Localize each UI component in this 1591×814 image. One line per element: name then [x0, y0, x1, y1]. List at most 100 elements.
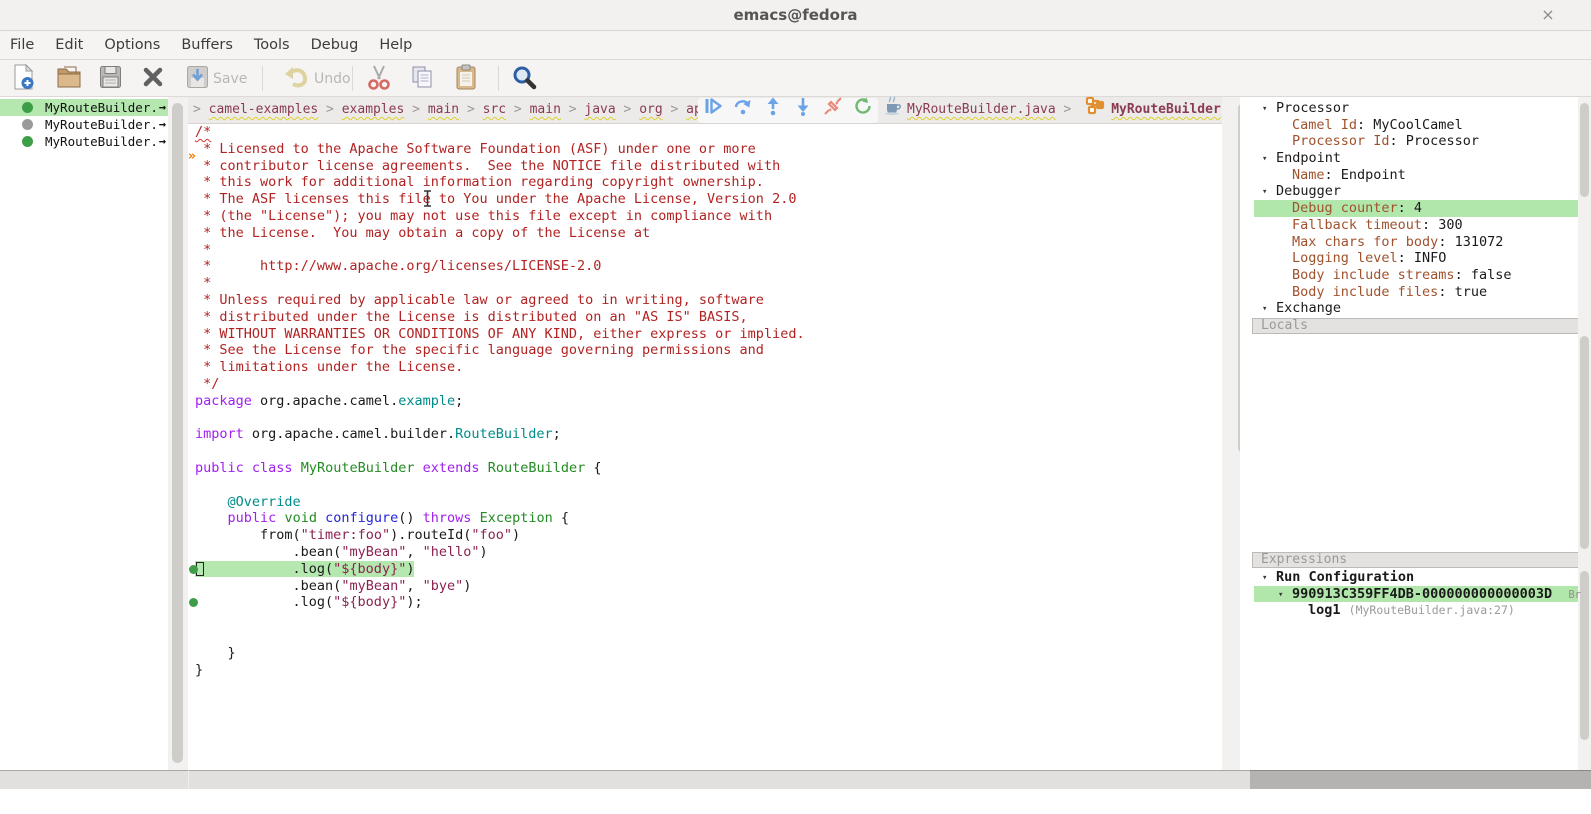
expression-tree-row[interactable]: ▾990913C359FF4DB-000000000000003D Br→ [1240, 586, 1591, 603]
code-line: * limitations under the License. [188, 359, 1222, 376]
restart-button[interactable] [852, 100, 874, 122]
session-tree-row[interactable]: Body include files: true [1240, 284, 1591, 301]
session-tree-row[interactable]: ▾Debugger [1240, 183, 1591, 200]
truncation-arrow-icon: → [159, 116, 166, 133]
continue-button[interactable] [702, 100, 724, 122]
code-line: public class MyRouteBuilder extends Rout… [188, 460, 1222, 477]
session-tree-row[interactable]: Camel Id: MyCoolCamel [1240, 117, 1591, 134]
menu-options[interactable]: Options [104, 37, 160, 53]
tree-label: Processor [1276, 100, 1349, 116]
breadcrumb-segment[interactable]: main [530, 102, 561, 117]
java-file-icon [884, 95, 901, 125]
code-line: */ [188, 376, 1222, 393]
menubar: File Edit Options Buffers Tools Debug Help [0, 31, 1591, 60]
undo-button: Undo [283, 65, 351, 93]
code-line: package org.apache.camel.example; [188, 393, 1222, 410]
breadcrumb-file[interactable]: MyRouteBuilder.java [907, 97, 1056, 123]
breadcrumb-path: > camel-examples > examples > main > src… [193, 97, 710, 123]
breakpoint-dot-icon[interactable] [189, 565, 198, 574]
editor[interactable]: > camel-examples > examples > main > src… [188, 97, 1222, 770]
breakpoint-list-item[interactable]: MyRouteBuilder.→ [0, 99, 168, 116]
step-out-button[interactable] [762, 100, 784, 122]
emacs-window: { "window": { "title": "emacs@fedora", "… [0, 0, 1591, 814]
breakpoints-sidebar: MyRouteBuilder.→MyRouteBuilder.→MyRouteB… [0, 97, 168, 770]
sidebar-scrollbar[interactable] [168, 97, 188, 770]
toolbar-separator [262, 66, 263, 91]
breadcrumb-segment[interactable]: camel-examples [209, 102, 319, 117]
session-tree-row[interactable]: Max chars for body: 131072 [1240, 234, 1591, 251]
breadcrumb-segment[interactable]: main [428, 102, 459, 117]
menu-help[interactable]: Help [379, 37, 412, 53]
close-buffer-button[interactable] [142, 65, 164, 93]
debug-toolbar [698, 98, 878, 123]
sidebar-scrollbar-thumb[interactable] [172, 103, 183, 763]
session-tree-row[interactable]: Fallback timeout: 300 [1240, 217, 1591, 234]
breakpoint-list-item[interactable]: MyRouteBuilder.→ [0, 133, 168, 150]
session-tree-row[interactable]: Name: Endpoint [1240, 167, 1591, 184]
open-file-button[interactable] [56, 65, 82, 93]
collapse-triangle-icon[interactable]: ▾ [1262, 101, 1267, 118]
step-over-icon [733, 96, 753, 126]
titlebar[interactable]: emacs@fedora × [0, 0, 1591, 31]
menu-edit[interactable]: Edit [55, 37, 83, 53]
collapse-triangle-icon[interactable]: ▾ [1278, 587, 1283, 604]
code-area[interactable]: » /* * Licensed to the Apache Software F… [188, 124, 1222, 770]
expressions-tree: ▾ Run Configuration▾990913C359FF4DB-00000… [1240, 569, 1591, 619]
tree-value: : false [1455, 267, 1512, 283]
code-line: * http://www.apache.org/licenses/LICENSE… [188, 258, 1222, 275]
breadcrumb-segment[interactable]: java [584, 102, 615, 117]
breadcrumb-segment[interactable]: org [639, 102, 662, 117]
session-tree-row[interactable]: Logging level: INFO [1240, 250, 1591, 267]
collapse-triangle-icon[interactable]: ▾ [1262, 184, 1267, 201]
tree-label: Run Configuration [1276, 569, 1414, 585]
panel-scrollbar-thumb-expressions[interactable] [1580, 571, 1589, 740]
breadcrumb-symbol[interactable]: MyRouteBuilder [1111, 97, 1221, 123]
tree-value: : 300 [1422, 217, 1463, 233]
echo-area[interactable] [0, 789, 1591, 814]
breadcrumb-segment[interactable]: src [483, 102, 506, 117]
panel-scrollbar-thumb-locals[interactable] [1580, 336, 1589, 549]
continue-icon [703, 96, 723, 126]
step-in-button[interactable] [792, 100, 814, 122]
menu-file[interactable]: File [10, 37, 34, 53]
close-icon[interactable]: × [1539, 7, 1557, 25]
menu-tools[interactable]: Tools [254, 37, 290, 53]
session-tree-row[interactable]: Body include streams: false [1240, 267, 1591, 284]
panel-scrollbar-thumb-sessions[interactable] [1580, 103, 1589, 197]
new-file-icon [12, 64, 35, 94]
code-line: } [188, 662, 1222, 679]
menu-debug[interactable]: Debug [311, 37, 359, 53]
tree-value: : MyCoolCamel [1357, 117, 1463, 133]
breadcrumb-segment[interactable]: examples [342, 102, 405, 117]
paste-button[interactable] [455, 65, 477, 93]
copy-button[interactable] [410, 65, 434, 93]
menu-buffers[interactable]: Buffers [181, 37, 233, 53]
save-file-button[interactable] [99, 65, 122, 93]
step-over-button[interactable] [732, 100, 754, 122]
session-tree-row[interactable]: ▾ Processor [1240, 100, 1591, 117]
collapse-triangle-icon[interactable]: ▾ [1262, 151, 1267, 168]
session-tree-row[interactable]: ▾Exchange [1240, 300, 1591, 317]
expression-tree-row[interactable]: log1 (MyRouteBuilder.java:27) [1240, 602, 1591, 619]
session-tree-row[interactable]: Processor Id: Processor [1240, 133, 1591, 150]
cut-button[interactable] [368, 65, 390, 93]
search-button[interactable] [512, 65, 537, 93]
toolbar-separator [498, 66, 499, 91]
expression-tree-row[interactable]: ▾ Run Configuration [1240, 569, 1591, 586]
collapse-triangle-icon[interactable]: ▾ [1262, 301, 1267, 318]
tree-key: Max chars for body [1292, 234, 1438, 250]
breakpoint-list-item[interactable]: MyRouteBuilder.→ [0, 116, 168, 133]
breadcrumb-separator: > [616, 102, 639, 117]
new-file-button[interactable] [12, 65, 35, 93]
breadcrumb-separator: > [663, 102, 686, 117]
editor-modeline: -:**- MyRouteBuilder.java All L27 Git:ma… [188, 770, 1250, 789]
breakpoint-dot-icon [22, 102, 33, 113]
collapse-triangle-icon[interactable]: ▾ [1262, 570, 1267, 587]
session-tree-row[interactable]: Debug counter: 4 [1240, 200, 1591, 217]
code-line [188, 443, 1222, 460]
locals-header: Locals [1252, 318, 1579, 334]
locals-pane[interactable] [1240, 334, 1591, 552]
disconnect-button[interactable] [822, 100, 844, 122]
panel-scrollbar[interactable] [1578, 97, 1591, 770]
session-tree-row[interactable]: ▾Endpoint [1240, 150, 1591, 167]
